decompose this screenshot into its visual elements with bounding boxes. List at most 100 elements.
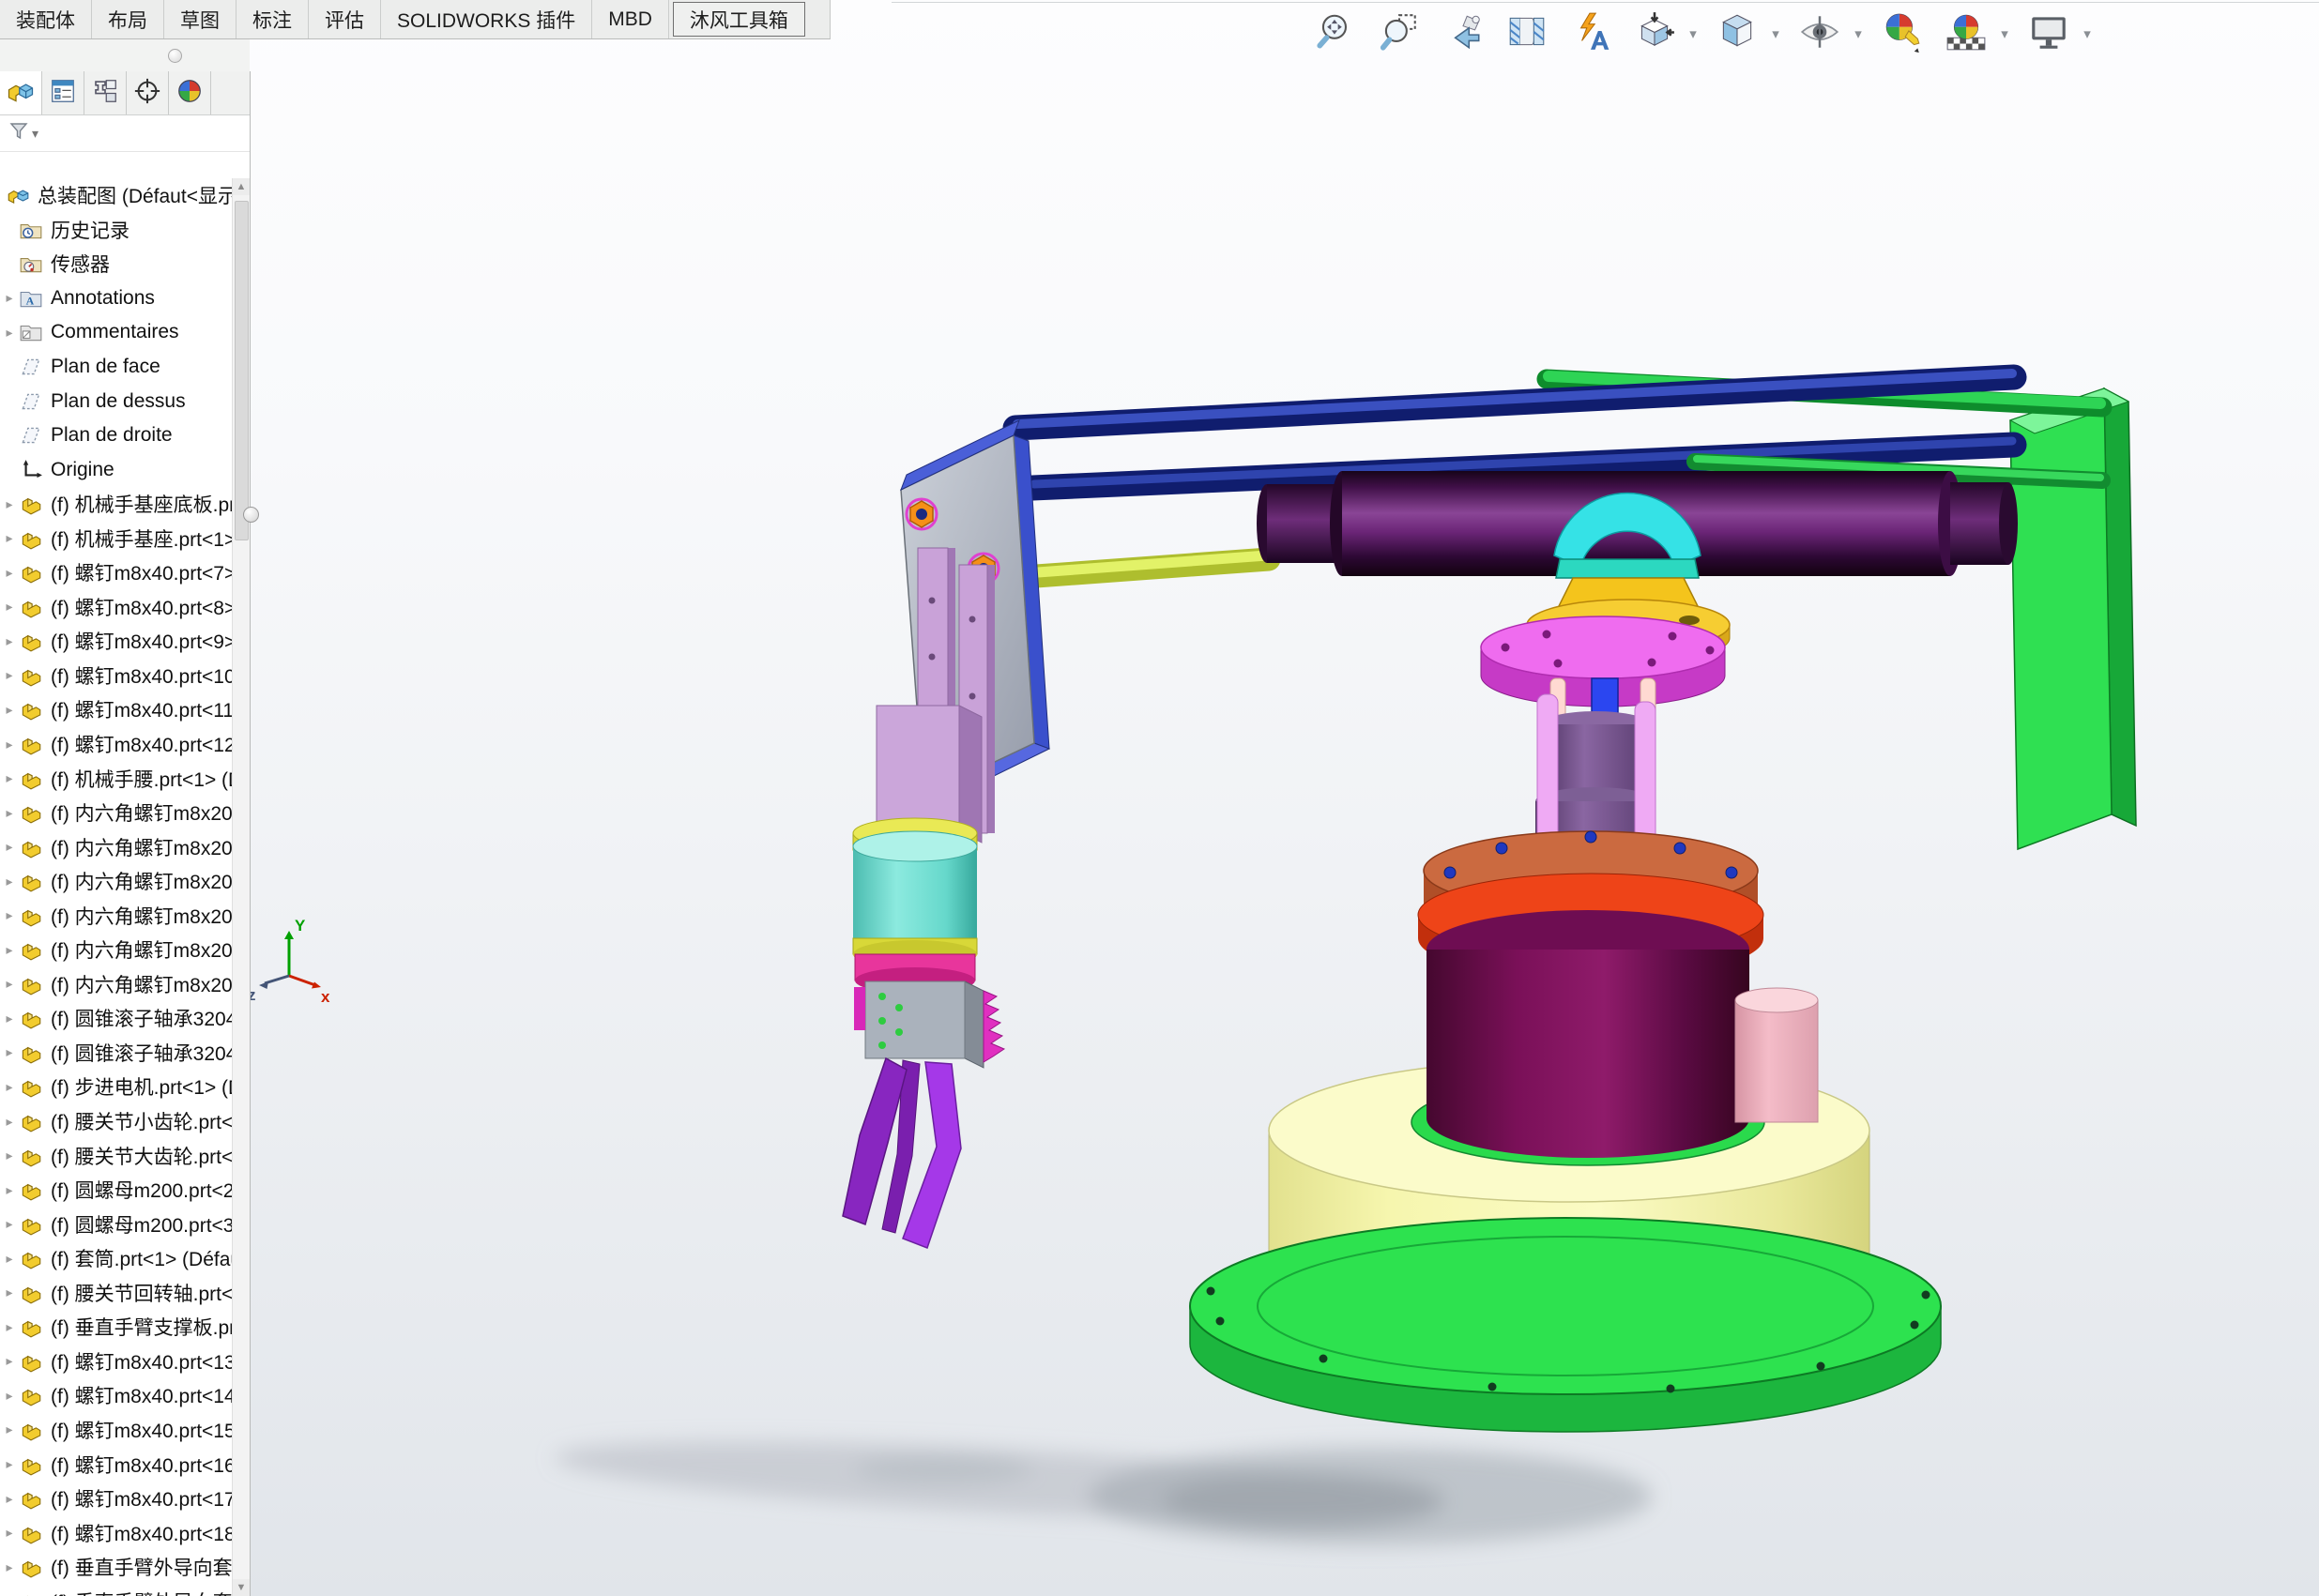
tree-item[interactable]: ▸(f) 螺钉m8x40.prt<15> (Défaut<	[0, 1413, 233, 1448]
waist-drum-cylinder[interactable]	[1426, 910, 1749, 1158]
command-tab-2[interactable]: 布局	[92, 0, 164, 38]
expand-arrow-icon[interactable]: ▸	[0, 702, 19, 718]
commandmanager-pin-handle[interactable]	[168, 49, 182, 63]
expand-arrow-icon[interactable]: ▸	[0, 1525, 19, 1541]
tree-item[interactable]: ▸(f) 螺钉m8x40.prt<8> (Défaut<<	[0, 590, 233, 625]
tree-item[interactable]: ▸(f) 套筒.prt<1> (Défaut<<Défaut	[0, 1241, 233, 1276]
filter-dropdown-arrow[interactable]: ▾	[32, 126, 38, 142]
tree-item[interactable]: ▸AAnnotations	[0, 281, 233, 316]
command-tab-7[interactable]: MBD	[592, 0, 669, 38]
expand-arrow-icon[interactable]: ▸	[0, 1456, 19, 1472]
apply-scene-dropdown-arrow[interactable]: ▾	[1995, 25, 2014, 42]
tree-item[interactable]: ▸(f) 螺钉m8x40.prt<17> (Défaut<	[0, 1482, 233, 1516]
filter-funnel-icon[interactable]	[8, 120, 30, 147]
tree-item[interactable]: 总装配图 (Défaut<显示状态-1>)	[0, 178, 233, 213]
expand-arrow-icon[interactable]: ▸	[0, 1216, 19, 1232]
zoom-to-fit-button[interactable]	[1310, 8, 1361, 60]
view-settings-button[interactable]	[2023, 8, 2074, 60]
hide-show-items-dropdown-arrow[interactable]: ▾	[1849, 25, 1868, 42]
tree-item[interactable]: Plan de face	[0, 350, 233, 385]
command-tab-8[interactable]: 沐风工具箱	[673, 2, 805, 37]
expand-arrow-icon[interactable]: ▸	[0, 770, 19, 786]
command-tab-4[interactable]: 标注	[236, 0, 309, 38]
expand-arrow-icon[interactable]: ▸	[0, 1491, 19, 1507]
expand-arrow-icon[interactable]: ▸	[0, 976, 19, 992]
tree-item[interactable]: ▸(f) 垂直手臂支撑板.prt<1> (Défau	[0, 1310, 233, 1345]
tree-item[interactable]: Plan de dessus	[0, 384, 233, 418]
expand-arrow-icon[interactable]: ▸	[0, 839, 19, 855]
scroll-down-arrow[interactable]: ▼	[233, 1579, 250, 1596]
tree-item[interactable]: ▸(f) 内六角螺钉m8x20.prt<9> (Déf	[0, 898, 233, 933]
command-tab-5[interactable]: 评估	[309, 0, 381, 38]
dynamic-annotation-views-button[interactable]	[1565, 8, 1616, 60]
expand-arrow-icon[interactable]: ▸	[0, 942, 19, 958]
tree-item[interactable]: ▸(f) 螺钉m8x40.prt<9> (Défaut<<	[0, 624, 233, 659]
tree-item[interactable]: ▸(f) 垂直手臂外导向套.prt<1> (Déf	[0, 1550, 233, 1585]
tree-item[interactable]: ▸(f) 腰关节回转轴.prt<1> (Défaut<	[0, 1276, 233, 1311]
hide-show-items-button[interactable]	[1794, 8, 1845, 60]
tree-item[interactable]: ▸(f) 内六角螺钉m8x20.prt<10> (Dé	[0, 933, 233, 967]
tree-item[interactable]: ▸(f) 机械手基座底板.prt<1> (Défau	[0, 487, 233, 522]
tree-item[interactable]: Plan de droite	[0, 418, 233, 453]
fm-dimxpert-tab[interactable]	[127, 71, 169, 114]
tree-item[interactable]: ▸(f) 垂直手臂外导向套.prt<2> (Déf	[0, 1584, 233, 1596]
expand-arrow-icon[interactable]: ▸	[0, 1353, 19, 1369]
fm-display-tab[interactable]	[169, 71, 211, 114]
tree-item[interactable]: ▸(f) 螺钉m8x40.prt<13> (Défaut<	[0, 1345, 233, 1379]
tree-item[interactable]: ▸(f) 机械手基座.prt<1> (Défaut<<	[0, 521, 233, 555]
view-settings-dropdown-arrow[interactable]: ▾	[2078, 25, 2097, 42]
expand-arrow-icon[interactable]: ▸	[0, 1114, 19, 1130]
expand-arrow-icon[interactable]: ▸	[0, 530, 19, 546]
apply-scene-button[interactable]	[1941, 8, 1991, 60]
expand-arrow-icon[interactable]: ▸	[0, 1319, 19, 1335]
expand-arrow-icon[interactable]: ▸	[0, 599, 19, 615]
expand-arrow-icon[interactable]: ▸	[0, 1044, 19, 1060]
tree-item[interactable]: ▸(f) 内六角螺钉m8x20.prt<6> (Déf	[0, 796, 233, 830]
command-tab-3[interactable]: 草图	[164, 0, 236, 38]
expand-arrow-icon[interactable]: ▸	[0, 1079, 19, 1095]
right-mount-plate[interactable]	[2010, 388, 2136, 849]
expand-arrow-icon[interactable]: ▸	[0, 565, 19, 581]
tree-item[interactable]: ▸(f) 螺钉m8x40.prt<14> (Défaut<	[0, 1378, 233, 1413]
expand-arrow-icon[interactable]: ▸	[0, 633, 19, 649]
expand-arrow-icon[interactable]: ▸	[0, 874, 19, 889]
edit-appearance-button[interactable]	[1877, 8, 1928, 60]
expand-arrow-icon[interactable]: ▸	[0, 737, 19, 752]
display-style-dropdown-arrow[interactable]: ▾	[1766, 25, 1785, 42]
panel-splitter-handle[interactable]	[243, 507, 259, 523]
expand-arrow-icon[interactable]: ▸	[0, 1182, 19, 1198]
expand-arrow-icon[interactable]: ▸	[0, 1148, 19, 1163]
tree-item[interactable]: ▸(f) 螺钉m8x40.prt<11> (Défaut<	[0, 692, 233, 727]
fm-tree-tab[interactable]	[0, 71, 42, 114]
expand-arrow-icon[interactable]: ▸	[0, 1559, 19, 1575]
expand-arrow-icon[interactable]: ▸	[0, 1251, 19, 1267]
expand-arrow-icon[interactable]: ▸	[0, 805, 19, 821]
expand-arrow-icon[interactable]: ▸	[0, 290, 19, 306]
tree-item[interactable]: Origine	[0, 452, 233, 487]
expand-arrow-icon[interactable]: ▸	[0, 667, 19, 683]
tree-item[interactable]: ▸(f) 螺钉m8x40.prt<16> (Défaut<	[0, 1447, 233, 1482]
tree-item[interactable]: ▸(f) 螺钉m8x40.prt<7> (Défaut<<	[0, 555, 233, 590]
expand-arrow-icon[interactable]: ▸	[0, 325, 19, 341]
tree-item[interactable]: ▸(f) 螺钉m8x40.prt<12> (Défaut<	[0, 727, 233, 762]
tree-item[interactable]: ▸(f) 圆锥滚子轴承32040.prt<1> (D	[0, 1001, 233, 1036]
view-orientation-button[interactable]	[1629, 8, 1680, 60]
expand-arrow-icon[interactable]: ▸	[0, 1388, 19, 1404]
tree-item[interactable]: ▸(f) 圆锥滚子轴承32040.prt<2> (D	[0, 1036, 233, 1071]
vertical-arm[interactable]	[877, 548, 995, 843]
scroll-thumb[interactable]	[235, 201, 249, 540]
gripper[interactable]	[843, 818, 1004, 1248]
expand-arrow-icon[interactable]: ▸	[0, 1421, 19, 1437]
tree-scrollbar[interactable]: ▲ ▼	[232, 178, 250, 1596]
view-orientation-dropdown-arrow[interactable]: ▾	[1684, 25, 1702, 42]
tree-item[interactable]: ▸(f) 螺钉m8x40.prt<18> (Défaut<	[0, 1515, 233, 1550]
tree-item[interactable]: ▸(f) 机械手腰.prt<1> (Défaut<<Dé	[0, 761, 233, 796]
tree-item[interactable]: ▸(f) 内六角螺钉m8x20.prt<11> (Dé	[0, 967, 233, 1002]
tree-item[interactable]: ▸(f) 圆螺母m200.prt<2> (Défaut<	[0, 1173, 233, 1208]
expand-arrow-icon[interactable]: ▸	[0, 907, 19, 923]
tree-item[interactable]: ▸Commentaires	[0, 315, 233, 350]
base-ring[interactable]	[1190, 1218, 1941, 1432]
tree-item[interactable]: ▸(f) 内六角螺钉m8x20.prt<8> (Déf	[0, 864, 233, 899]
expand-arrow-icon[interactable]: ▸	[0, 1284, 19, 1300]
tree-item[interactable]: ▸(f) 腰关节小齿轮.prt<1> (Défaut<	[0, 1104, 233, 1139]
